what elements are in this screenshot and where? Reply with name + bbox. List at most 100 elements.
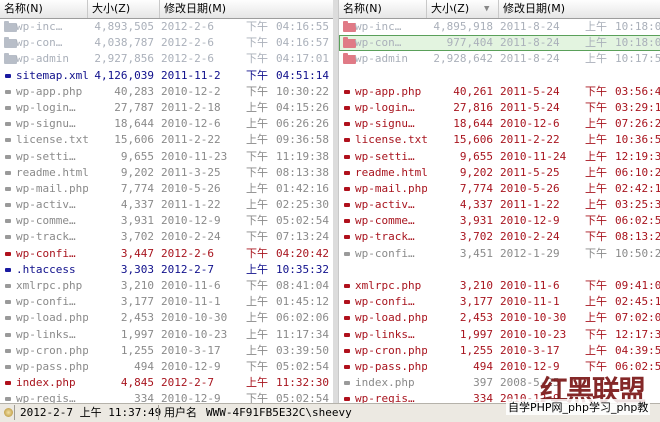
right-file-row[interactable]: wp-regis… 334 2010-12-9 bbox=[339, 391, 660, 403]
file-name: .htaccess bbox=[16, 262, 76, 276]
file-name: wp-mail.php bbox=[355, 181, 427, 195]
right-file-pane[interactable]: 名称(N) 大小(Z) ▼ 修改日期(M) wp-inc… 4,895,918 20… bbox=[338, 0, 660, 403]
left-file-row[interactable]: wp-con… 4,038,787 2012-2-6 下午 04:16:57 bbox=[0, 35, 333, 51]
file-size: 3,177 bbox=[459, 295, 493, 309]
file-name: wp-confi… bbox=[355, 246, 415, 260]
left-file-row[interactable]: wp-inc… 4,893,505 2012-2-6 下午 04:16:55 bbox=[0, 19, 333, 35]
right-file-row[interactable]: wp-confi… 3,177 2010-11-1 上午 02:45:12 bbox=[339, 294, 660, 310]
left-file-row[interactable]: wp-confi… 3,177 2010-11-1 上午 01:45:12 bbox=[0, 294, 333, 310]
left-file-pane[interactable]: 名称(N) 大小(Z) 修改日期(M) wp-inc… 4,893,505 2012… bbox=[0, 0, 334, 403]
left-file-row[interactable]: wp-activ… 4,337 2011-1-22 上午 02:25:30 bbox=[0, 197, 333, 213]
left-file-row[interactable]: sitemap.xml 4,126,039 2011-11-2 下午 04:51:14 bbox=[0, 68, 333, 84]
left-file-row[interactable]: wp-login… 27,787 2011-2-18 上午 04:15:26 bbox=[0, 100, 333, 116]
file-name: wp-confi… bbox=[16, 295, 76, 309]
doc-icon bbox=[344, 105, 350, 110]
doc-icon bbox=[344, 348, 350, 353]
left-file-row[interactable]: xmlrpc.php 3,210 2010-11-6 下午 08:41:04 bbox=[0, 278, 333, 294]
right-file-row[interactable]: xmlrpc.php 3,210 2010-11-6 下午 09:41:04 bbox=[339, 278, 660, 294]
file-size: 397 bbox=[473, 376, 493, 390]
file-time: 10:35:32 bbox=[276, 262, 329, 276]
left-file-row[interactable]: wp-cron.php 1,255 2010-3-17 上午 03:39:50 bbox=[0, 343, 333, 359]
left-file-row[interactable]: wp-admin 2,927,856 2012-2-6 下午 04:17:01 bbox=[0, 51, 333, 67]
left-file-row[interactable]: .htaccess 3,303 2012-2-7 上午 10:35:32 bbox=[0, 262, 333, 278]
left-file-row[interactable]: readme.html 9,202 2011-3-25 下午 08:13:38 bbox=[0, 165, 333, 181]
file-ampm: 下午 bbox=[585, 246, 607, 260]
doc-icon bbox=[5, 170, 11, 175]
right-file-row[interactable]: wp-confi… 3,451 2012-1-29 下午 10:50:24 bbox=[339, 246, 660, 262]
file-date: 2010-10-23 bbox=[500, 327, 567, 341]
left-file-row[interactable]: wp-mail.php 7,774 2010-5-26 上午 01:42:16 bbox=[0, 181, 333, 197]
file-ampm: 上午 bbox=[246, 117, 268, 131]
file-time: 07:02:06 bbox=[615, 311, 660, 325]
file-date: 2010-10-30 bbox=[161, 311, 228, 325]
right-file-row[interactable] bbox=[339, 68, 660, 84]
doc-icon bbox=[5, 316, 11, 321]
file-date: 2010-5-26 bbox=[500, 181, 560, 195]
right-file-row[interactable]: readme.html 9,202 2011-5-25 上午 06:10:20 bbox=[339, 165, 660, 181]
right-file-row[interactable]: wp-login… 27,816 2011-5-24 下午 03:29:12 bbox=[339, 100, 660, 116]
file-size: 3,303 bbox=[120, 262, 154, 276]
right-file-row[interactable]: license.txt 15,606 2011-2-22 上午 10:36:58 bbox=[339, 132, 660, 148]
right-name-column-header[interactable]: 名称(N) bbox=[339, 0, 427, 18]
file-date: 2010-11-23 bbox=[161, 149, 228, 163]
file-ampm: 下午 bbox=[246, 52, 268, 66]
file-date: 2011-5-24 bbox=[500, 84, 560, 98]
file-size: 2,453 bbox=[120, 311, 154, 325]
file-date: 2010-12-9 bbox=[161, 359, 221, 373]
left-file-row[interactable]: wp-comme… 3,931 2010-12-9 下午 05:02:54 bbox=[0, 213, 333, 229]
doc-icon bbox=[5, 300, 11, 305]
right-file-row[interactable] bbox=[339, 262, 660, 278]
right-file-row[interactable]: wp-app.php 40,261 2011-5-24 下午 03:56:40 bbox=[339, 84, 660, 100]
file-size: 4,895,918 bbox=[433, 20, 493, 33]
file-time: 03:56:40 bbox=[615, 84, 660, 98]
left-file-row[interactable]: wp-regis… 334 2010-12-9 下午 05:02:54 bbox=[0, 391, 333, 403]
file-name: wp-activ… bbox=[355, 198, 415, 212]
left-file-row[interactable]: license.txt 15,606 2011-2-22 上午 09:36:58 bbox=[0, 132, 333, 148]
right-file-row[interactable]: wp-comme… 3,931 2010-12-9 下午 06:02:54 bbox=[339, 213, 660, 229]
right-file-row[interactable]: wp-pass.php 494 2010-12-9 下午 06:02:54 bbox=[339, 359, 660, 375]
file-size: 3,177 bbox=[120, 295, 154, 309]
right-file-row[interactable]: wp-load.php 2,453 2010-10-30 上午 07:02:06 bbox=[339, 310, 660, 326]
left-name-column-header[interactable]: 名称(N) bbox=[0, 0, 88, 18]
doc-icon bbox=[5, 73, 11, 78]
left-file-row[interactable]: wp-setti… 9,655 2010-11-23 下午 11:19:38 bbox=[0, 149, 333, 165]
left-file-row[interactable]: wp-load.php 2,453 2010-10-30 上午 06:02:06 bbox=[0, 310, 333, 326]
left-size-column-header[interactable]: 大小(Z) bbox=[88, 0, 160, 18]
file-name: wp-links… bbox=[16, 327, 76, 341]
right-file-row[interactable]: wp-signu… 18,644 2010-12-6 上午 07:26:26 bbox=[339, 116, 660, 132]
left-file-row[interactable]: wp-links… 1,997 2010-10-23 上午 11:17:34 bbox=[0, 327, 333, 343]
file-ampm: 上午 bbox=[585, 198, 607, 212]
right-file-row[interactable]: wp-cron.php 1,255 2010-3-17 上午 04:39:50 bbox=[339, 343, 660, 359]
left-file-row[interactable]: wp-track… 3,702 2010-2-24 下午 07:13:24 bbox=[0, 229, 333, 245]
file-time: 12:19:38 bbox=[615, 149, 660, 163]
file-name: wp-con… bbox=[355, 36, 402, 50]
right-file-row[interactable]: index.php 397 2008-5-25 bbox=[339, 375, 660, 391]
right-file-row[interactable]: wp-setti… 9,655 2010-11-24 上午 12:19:38 bbox=[339, 149, 660, 165]
doc-icon bbox=[5, 154, 11, 159]
left-file-row[interactable]: wp-app.php 40,283 2010-12-2 下午 10:30:22 bbox=[0, 84, 333, 100]
right-file-row[interactable]: wp-admin 2,928,642 2011-8-24 上午 10:17:58 bbox=[339, 51, 660, 67]
file-size: 9,655 bbox=[120, 149, 154, 163]
right-file-row[interactable]: wp-links… 1,997 2010-10-23 下午 12:17:34 bbox=[339, 327, 660, 343]
right-file-row[interactable]: wp-activ… 4,337 2011-1-22 上午 03:25:30 bbox=[339, 197, 660, 213]
right-file-row[interactable]: wp-inc… 4,895,918 2011-8-24 上午 10:18:09 bbox=[339, 19, 660, 35]
doc-icon bbox=[344, 170, 350, 175]
file-size: 9,202 bbox=[459, 165, 493, 179]
file-date: 2012-1-29 bbox=[500, 246, 560, 260]
file-ampm: 下午 bbox=[585, 214, 607, 228]
file-time: 08:13:38 bbox=[276, 165, 329, 179]
left-file-row[interactable]: wp-confi… 3,447 2012-2-6 下午 04:20:42 bbox=[0, 246, 333, 262]
left-file-row[interactable]: wp-pass.php 494 2010-12-9 下午 05:02:54 bbox=[0, 359, 333, 375]
right-file-row[interactable]: wp-con… 977,404 2011-8-24 上午 10:18:00 bbox=[339, 35, 660, 52]
left-file-row[interactable]: wp-signu… 18,644 2010-12-6 上午 06:26:26 bbox=[0, 116, 333, 132]
file-size: 494 bbox=[134, 359, 154, 373]
file-time: 05:02:54 bbox=[276, 214, 329, 228]
file-name: xmlrpc.php bbox=[16, 279, 83, 292]
file-ampm: 上午 bbox=[246, 133, 268, 147]
left-file-row[interactable]: index.php 4,845 2012-2-7 上午 11:32:30 bbox=[0, 375, 333, 391]
file-time: 08:41:04 bbox=[276, 279, 329, 292]
left-date-column-header[interactable]: 修改日期(M) bbox=[160, 0, 333, 18]
right-file-row[interactable]: wp-mail.php 7,774 2010-5-26 上午 02:42:16 bbox=[339, 181, 660, 197]
right-file-row[interactable]: wp-track… 3,702 2010-2-24 下午 08:13:24 bbox=[339, 229, 660, 245]
right-date-column-header[interactable]: 修改日期(M) bbox=[499, 0, 660, 18]
